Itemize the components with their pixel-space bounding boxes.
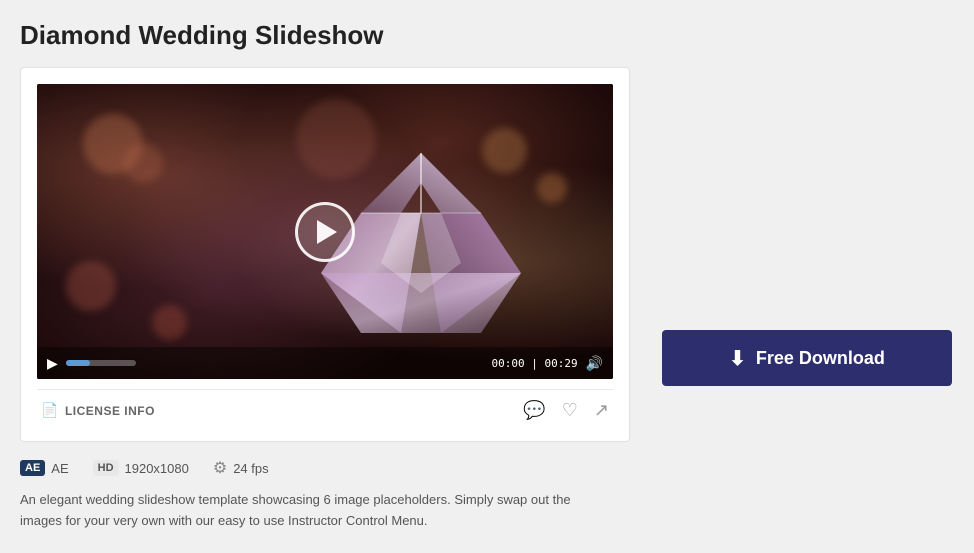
license-label: LICENSE INFO bbox=[65, 404, 155, 418]
page-title: Diamond Wedding Slideshow bbox=[20, 20, 630, 51]
progress-bar[interactable] bbox=[66, 360, 136, 366]
license-info-button[interactable]: 📄 LICENSE INFO bbox=[41, 402, 155, 419]
download-icon: ⬇ bbox=[729, 346, 746, 371]
play-icon bbox=[317, 220, 337, 244]
ae-badge: AE bbox=[20, 460, 45, 476]
meta-fps: ⚙ 24 fps bbox=[213, 458, 269, 478]
fps-icon: ⚙ bbox=[213, 458, 227, 478]
video-footer: 📄 LICENSE INFO 💬 ♡ ↗ bbox=[37, 389, 613, 425]
control-play-button[interactable]: ▶ bbox=[47, 356, 58, 370]
time-display: 00:00 | 00:29 bbox=[491, 357, 577, 370]
heart-icon[interactable]: ♡ bbox=[562, 400, 578, 421]
app-label: AE bbox=[51, 461, 68, 476]
license-file-icon: 📄 bbox=[41, 402, 59, 419]
volume-icon[interactable]: 🔊 bbox=[586, 355, 603, 372]
description-text: An elegant wedding slideshow template sh… bbox=[20, 490, 600, 532]
progress-fill bbox=[66, 360, 91, 366]
download-label: Free Download bbox=[756, 348, 885, 369]
meta-row: AE AE HD 1920x1080 ⚙ 24 fps bbox=[20, 458, 630, 478]
video-controls: ▶ 00:00 | 00:29 🔊 bbox=[37, 347, 613, 379]
right-column: ⬇ Free Download bbox=[660, 20, 954, 532]
left-column: Diamond Wedding Slideshow bbox=[20, 20, 630, 532]
meta-app: AE AE bbox=[20, 460, 69, 476]
free-download-button[interactable]: ⬇ Free Download bbox=[662, 330, 952, 386]
footer-actions: 💬 ♡ ↗ bbox=[523, 400, 609, 421]
comment-icon[interactable]: 💬 bbox=[523, 400, 545, 421]
hd-badge: HD bbox=[93, 460, 119, 476]
video-container: ▶ 00:00 | 00:29 🔊 bbox=[37, 84, 613, 379]
meta-resolution: HD 1920x1080 bbox=[93, 460, 189, 476]
video-card: ▶ 00:00 | 00:29 🔊 📄 LICENSE INFO 💬 ♡ ↗ bbox=[20, 67, 630, 442]
share-icon[interactable]: ↗ bbox=[594, 400, 609, 421]
resolution-label: 1920x1080 bbox=[125, 461, 189, 476]
play-button[interactable] bbox=[295, 202, 355, 262]
fps-label: 24 fps bbox=[233, 461, 268, 476]
